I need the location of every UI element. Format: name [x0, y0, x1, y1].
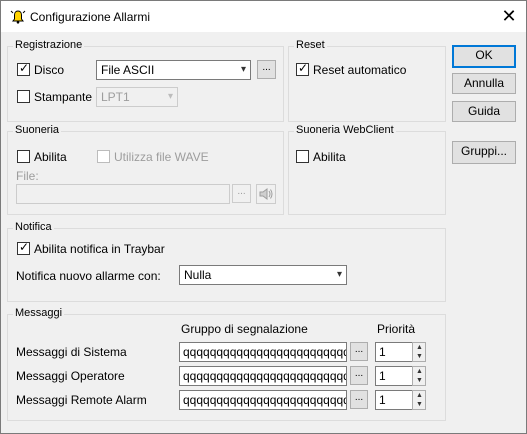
- group-registrazione: Registrazione: [7, 39, 284, 122]
- col-priorita-header: Priorità: [377, 322, 416, 336]
- gruppi-button[interactable]: Gruppi...: [452, 141, 516, 164]
- disco-browse-button[interactable]: ...: [257, 60, 276, 79]
- msg-row-browse-button[interactable]: ...: [350, 366, 368, 385]
- disco-format-select[interactable]: File ASCII ▾: [96, 60, 251, 80]
- spin-down-icon: ▼: [416, 401, 423, 408]
- annulla-button[interactable]: Annulla: [452, 73, 516, 94]
- bell-warning-icon: [10, 10, 26, 24]
- webclient-abilita-checkbox[interactable]: [296, 150, 309, 163]
- msg-row-priorita-spinner[interactable]: ▲ ▼: [412, 342, 426, 362]
- stampante-port-value: LPT1: [101, 90, 130, 104]
- suoneria-abilita-label: Abilita: [34, 150, 67, 164]
- msg-row-label: Messaggi Operatore: [16, 369, 125, 383]
- speaker-icon: [259, 188, 273, 200]
- notifica-nuovo-value: Nulla: [184, 268, 212, 282]
- spin-down-icon: ▼: [416, 353, 423, 360]
- msg-row-gruppo-input[interactable]: qqqqqqqqqqqqqqqqqqqqqqqqqqqqqq: [179, 390, 347, 410]
- spin-down-icon: ▼: [416, 377, 423, 384]
- msg-row-priorita-spinner[interactable]: ▲ ▼: [412, 390, 426, 410]
- check-icon: ✓: [19, 240, 30, 254]
- msg-row-label: Messaggi Remote Alarm: [16, 393, 147, 407]
- reset-auto-checkbox[interactable]: ✓: [296, 61, 309, 76]
- msg-row-gruppo-input[interactable]: qqqqqqqqqqqqqqqqqqqqqqqqqqqqqq: [179, 366, 347, 386]
- notifica-nuovo-label: Notifica nuovo allarme con:: [16, 269, 161, 283]
- wave-label: Utilizza file WAVE: [114, 150, 209, 164]
- spin-up-icon: ▲: [416, 344, 423, 351]
- msg-row-browse-button[interactable]: ...: [350, 390, 368, 409]
- speaker-button[interactable]: [256, 184, 276, 204]
- msg-row-priorita-input[interactable]: 1: [375, 342, 413, 362]
- group-registrazione-label: Registrazione: [13, 39, 85, 51]
- group-suoneria-webclient: Suoneria WebClient: [288, 124, 446, 215]
- chevron-down-icon: ▾: [336, 269, 342, 280]
- check-icon: ✓: [298, 61, 309, 75]
- msg-row-browse-button[interactable]: ...: [350, 342, 368, 361]
- disco-checkbox[interactable]: ✓: [17, 61, 30, 76]
- close-icon[interactable]: ✕: [498, 5, 520, 27]
- group-reset-label: Reset: [294, 39, 327, 51]
- group-suoneria-webclient-label: Suoneria WebClient: [294, 124, 396, 136]
- wave-checkbox[interactable]: [97, 150, 110, 163]
- msg-row-priorita-input[interactable]: 1: [375, 366, 413, 386]
- group-notifica-label: Notifica: [13, 221, 54, 233]
- spin-up-icon: ▲: [416, 392, 423, 399]
- group-messaggi-label: Messaggi: [13, 307, 65, 319]
- spin-up-icon: ▲: [416, 368, 423, 375]
- wave-file-input[interactable]: [16, 184, 230, 204]
- disco-format-value: File ASCII: [101, 63, 155, 77]
- window-title: Configurazione Allarmi: [30, 10, 151, 24]
- disco-label: Disco: [34, 63, 65, 77]
- ok-button[interactable]: OK: [452, 45, 516, 68]
- wave-browse-button[interactable]: ...: [232, 184, 251, 203]
- notifica-nuovo-select[interactable]: Nulla ▾: [179, 265, 347, 285]
- suoneria-abilita-checkbox[interactable]: [17, 150, 30, 163]
- title-bar: Configurazione Allarmi ✕: [1, 1, 526, 32]
- col-gruppo-header: Gruppo di segnalazione: [181, 322, 308, 336]
- traybar-checkbox[interactable]: ✓: [17, 240, 30, 255]
- stampante-checkbox[interactable]: [17, 90, 30, 103]
- traybar-label: Abilita notifica in Traybar: [34, 242, 165, 256]
- stampante-label: Stampante: [34, 90, 93, 104]
- guida-button[interactable]: Guida: [452, 101, 516, 122]
- reset-auto-label: Reset automatico: [313, 63, 407, 77]
- group-suoneria-label: Suoneria: [13, 124, 62, 136]
- dialog-window: Configurazione Allarmi ✕ Registrazione ✓…: [0, 0, 527, 434]
- file-label: File:: [16, 169, 39, 183]
- group-reset: Reset: [288, 39, 446, 122]
- msg-row-priorita-input[interactable]: 1: [375, 390, 413, 410]
- msg-row-label: Messaggi di Sistema: [16, 345, 127, 359]
- webclient-abilita-label: Abilita: [313, 150, 346, 164]
- msg-row-priorita-spinner[interactable]: ▲ ▼: [412, 366, 426, 386]
- msg-row-gruppo-input[interactable]: qqqqqqqqqqqqqqqqqqqqqqqqqqqqqq: [179, 342, 347, 362]
- chevron-down-icon: ▾: [167, 91, 173, 102]
- stampante-port-select[interactable]: LPT1 ▾: [96, 87, 178, 107]
- chevron-down-icon: ▾: [240, 64, 246, 75]
- check-icon: ✓: [19, 61, 30, 75]
